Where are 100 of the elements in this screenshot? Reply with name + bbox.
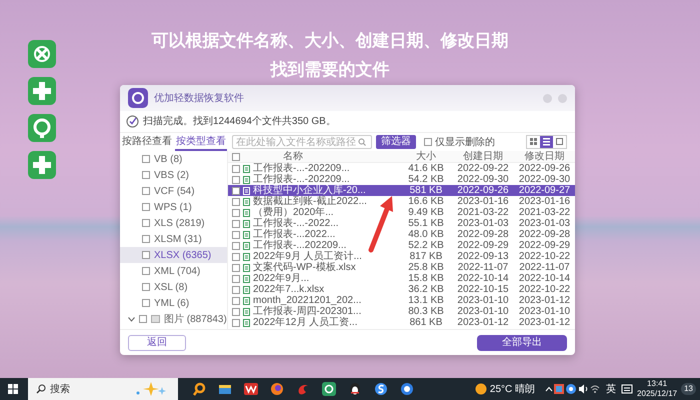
table-cell-text: 41.6 KB [407, 163, 445, 174]
filter-button[interactable]: 筛选器 [376, 135, 416, 149]
checkbox[interactable] [232, 274, 240, 282]
file-type-item[interactable]: 图片 (887843) [120, 311, 227, 327]
file-type-item[interactable]: XML (704) [120, 263, 227, 279]
file-row[interactable]: 工作报表-...2022... 48.0 KB 2022-09-28 2022-09-28 [228, 229, 575, 240]
penguin-icon[interactable] [348, 382, 362, 396]
check-circle-icon [126, 115, 139, 128]
file-row[interactable]: （费用）2020年... 9.49 KB 2021-03-22 2021-03-22 [228, 207, 575, 218]
checkbox[interactable] [232, 164, 240, 172]
file-row[interactable]: month_20221201_202... 13.1 KB 2023-01-10 2023-01-12 [228, 295, 575, 306]
tray-app-icon[interactable] [565, 383, 578, 395]
checkbox[interactable] [232, 296, 240, 304]
file-row[interactable]: 工作报表-...-202209... 41.6 KB 2022-09-22 2022-09-26 [228, 163, 575, 174]
checkbox[interactable] [232, 242, 240, 250]
table-cell-text: 2022-09-27 [518, 185, 572, 196]
checkbox[interactable] [424, 138, 432, 146]
view-tab[interactable]: 按类型查看 [175, 133, 227, 151]
checkbox[interactable] [232, 252, 240, 260]
checkbox[interactable] [232, 286, 240, 294]
file-type-item[interactable]: VCF (54) [120, 183, 227, 199]
checkbox[interactable] [142, 283, 150, 291]
table-cell-text: 2023-01-03 [518, 218, 572, 229]
file-row[interactable]: 工作报表-...-202209... 54.2 KB 2022-09-30 2022-09-30 [228, 174, 575, 185]
swirl-icon[interactable] [296, 382, 310, 396]
keyboard-icon[interactable] [621, 383, 634, 395]
file-type-item[interactable]: XLSX (6365) [120, 247, 227, 263]
checkbox[interactable] [142, 235, 150, 243]
checkbox[interactable] [232, 198, 240, 206]
checkbox[interactable] [232, 264, 240, 272]
checkbox[interactable] [142, 299, 150, 307]
view-tab[interactable]: 按路径查看 [121, 133, 173, 151]
chevron-up-icon[interactable] [545, 386, 554, 392]
speaker-icon[interactable] [577, 383, 590, 395]
table-cell-text: 2022-09-29 [456, 240, 510, 251]
checkbox[interactable] [232, 208, 240, 216]
magnifier-icon[interactable] [192, 382, 206, 396]
checkbox[interactable] [232, 152, 240, 160]
checkbox[interactable] [232, 318, 240, 326]
checkbox[interactable] [232, 308, 240, 316]
table-cell-text: 2022-09-13 [456, 251, 510, 262]
folder-icon[interactable] [218, 382, 232, 396]
checkbox[interactable] [232, 230, 240, 238]
checkbox-label: 仅显示删除的 [435, 136, 495, 150]
ring-icon[interactable] [322, 382, 336, 396]
chevron-icon[interactable] [128, 316, 135, 322]
file-row[interactable]: 2022年9月... 15.8 KB 2022-10-14 2022-10-14 [228, 273, 575, 284]
checkbox[interactable] [232, 176, 240, 184]
checkbox[interactable] [142, 251, 150, 259]
view-mode-button[interactable] [553, 136, 566, 148]
checkbox[interactable] [142, 219, 150, 227]
file-row[interactable]: 工作报表-...202209... 52.2 KB 2022-09-29 2022-09-29 [228, 240, 575, 251]
file-type-item[interactable]: XSL (8) [120, 279, 227, 295]
file-row[interactable]: 工作报表-...-2022... 55.1 KB 2023-01-03 2023-01-03 [228, 218, 575, 229]
file-type-label: WPS (1) [154, 200, 192, 214]
zigzag-icon[interactable] [244, 382, 258, 396]
file-type-item[interactable]: VBS (2) [120, 167, 227, 183]
file-row[interactable]: 2022年9月 人员工资计... 817 KB 2022-09-13 2022-10-22 [228, 251, 575, 262]
checkbox[interactable] [139, 315, 147, 323]
search-field[interactable]: 搜索 [28, 378, 178, 400]
table-cell-text: 817 KB [408, 251, 444, 262]
wifi-icon[interactable] [589, 383, 602, 395]
table-cell: 科技型中小企业入库-20... [253, 185, 366, 196]
back-button[interactable]: 返回 [128, 334, 186, 350]
table-cell-text: 2023-01-12 [518, 317, 572, 328]
view-mode-button[interactable] [527, 136, 540, 148]
plus-icon[interactable] [28, 151, 56, 179]
table-cell-text: 2023-01-16 [456, 196, 510, 207]
checkbox[interactable] [142, 203, 150, 211]
s-shape-icon[interactable] [374, 382, 388, 396]
checkbox[interactable] [142, 187, 150, 195]
notification-badge[interactable]: 13 [681, 383, 696, 395]
file-row[interactable]: 2022年7...k.xlsx 36.2 KB 2022-10-15 2022-10-22 [228, 284, 575, 295]
file-row[interactable]: 工作报表-周四-202301... 80.3 KB 2023-01-10 2023-01-10 [228, 306, 575, 317]
file-row[interactable]: 科技型中小企业入库-20... 581 KB 2022-09-26 2022-09-27 [228, 185, 575, 196]
file-type-label: XML (704) [154, 264, 200, 278]
file-type-item[interactable]: YML (6) [120, 295, 227, 311]
checkbox[interactable] [142, 267, 150, 275]
file-row[interactable]: 文案代码-WP-模板.xlsx 25.8 KB 2022-11-07 2022-11-07 [228, 262, 575, 273]
checkbox[interactable] [232, 186, 240, 194]
table-cell-text: 2022-11-07 [518, 262, 571, 273]
plus-icon[interactable] [28, 77, 56, 105]
checkbox[interactable] [142, 155, 150, 163]
input-method-text[interactable]: 英 [606, 382, 616, 396]
column-header: 创建日期 [462, 151, 504, 162]
view-mode-button[interactable] [540, 136, 553, 148]
file-row[interactable]: 数据截止到账-截止2022... 16.6 KB 2023-01-16 2023-01-16 [228, 196, 575, 207]
file-type-item[interactable]: WPS (1) [120, 199, 227, 215]
export-all-button[interactable]: 全部导出 [477, 334, 567, 350]
checkbox[interactable] [142, 171, 150, 179]
file-type-item[interactable]: XLS (2819) [120, 215, 227, 231]
file-type-item[interactable]: VB (8) [120, 151, 227, 167]
search-input[interactable]: 搜索 [50, 382, 130, 396]
spreadsheet-file-icon [243, 186, 250, 194]
file-type-item[interactable]: XLSM (31) [120, 231, 227, 247]
bubble-icon[interactable] [400, 382, 414, 396]
checkbox[interactable] [232, 220, 240, 228]
globe-icon[interactable] [270, 382, 284, 396]
search-field[interactable]: 在此处输入文件名称或路径 [232, 135, 372, 149]
file-row[interactable]: 2022年12月 人员工资... 861 KB 2023-01-12 2023-01-12 [228, 317, 575, 328]
